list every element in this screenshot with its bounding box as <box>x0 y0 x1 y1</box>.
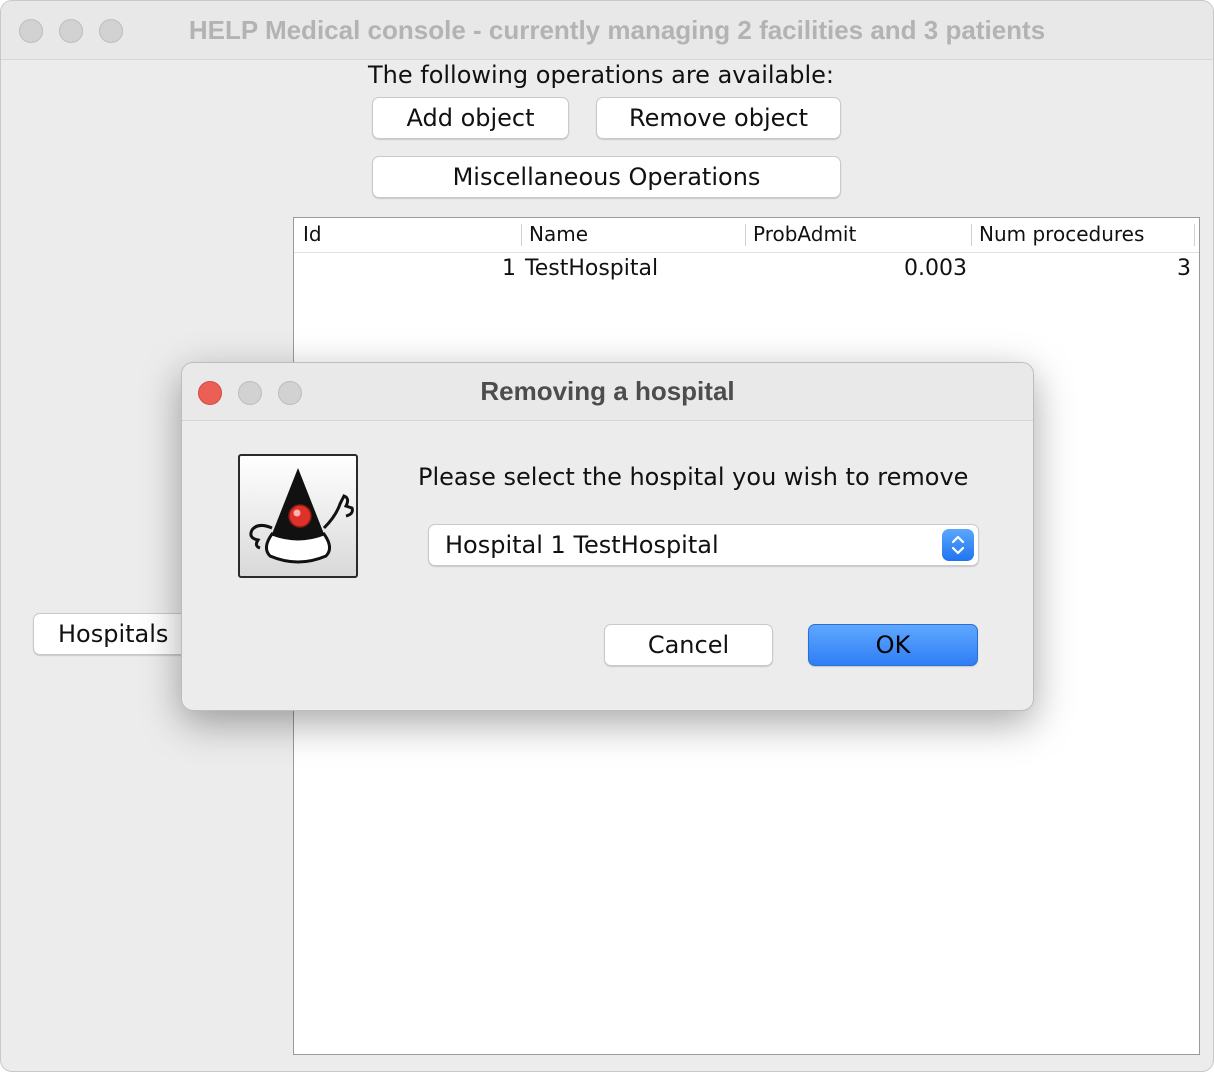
table-header: Id Name ProbAdmit Num procedures <box>294 218 1199 253</box>
dialog-message: Please select the hospital you wish to r… <box>418 463 969 491</box>
close-button[interactable] <box>19 19 43 43</box>
hospital-select[interactable]: Hospital 1 TestHospital <box>428 524 979 566</box>
column-divider[interactable] <box>521 224 522 246</box>
cell-id: 1 <box>502 256 516 281</box>
dialog-close-button[interactable] <box>198 381 222 405</box>
cancel-button[interactable]: Cancel <box>604 624 773 666</box>
column-header-probadmit[interactable]: ProbAdmit <box>753 222 856 246</box>
miscellaneous-operations-button[interactable]: Miscellaneous Operations <box>372 156 841 198</box>
operations-label: The following operations are available: <box>367 61 834 89</box>
select-stepper-icon[interactable] <box>942 529 974 561</box>
add-object-button[interactable]: Add object <box>372 97 569 139</box>
cell-num-procedures: 3 <box>1177 256 1191 281</box>
column-header-id[interactable]: Id <box>303 222 322 246</box>
main-titlebar[interactable]: HELP Medical console - currently managin… <box>1 1 1213 60</box>
hospital-select-value: Hospital 1 TestHospital <box>445 531 719 559</box>
minimize-button[interactable] <box>59 19 83 43</box>
column-divider[interactable] <box>1194 224 1195 246</box>
column-divider[interactable] <box>745 224 746 246</box>
remove-object-button[interactable]: Remove object <box>596 97 841 139</box>
dialog-titlebar[interactable]: Removing a hospital <box>182 363 1033 421</box>
column-divider[interactable] <box>971 224 972 246</box>
cell-probadmit: 0.003 <box>904 256 967 281</box>
window-title: HELP Medical console - currently managin… <box>188 15 1046 45</box>
cell-name: TestHospital <box>525 256 659 281</box>
column-header-name[interactable]: Name <box>529 222 588 246</box>
hospitals-button[interactable]: Hospitals <box>33 613 203 655</box>
dialog-zoom-button[interactable] <box>278 381 302 405</box>
remove-hospital-dialog: Removing a hospital Please select the ho… <box>181 362 1034 711</box>
column-header-num-procedures[interactable]: Num procedures <box>979 222 1144 246</box>
dialog-minimize-button[interactable] <box>238 381 262 405</box>
ok-button[interactable]: OK <box>808 624 978 666</box>
java-duke-icon <box>238 454 358 578</box>
dialog-title: Removing a hospital <box>480 376 735 406</box>
zoom-button[interactable] <box>99 19 123 43</box>
